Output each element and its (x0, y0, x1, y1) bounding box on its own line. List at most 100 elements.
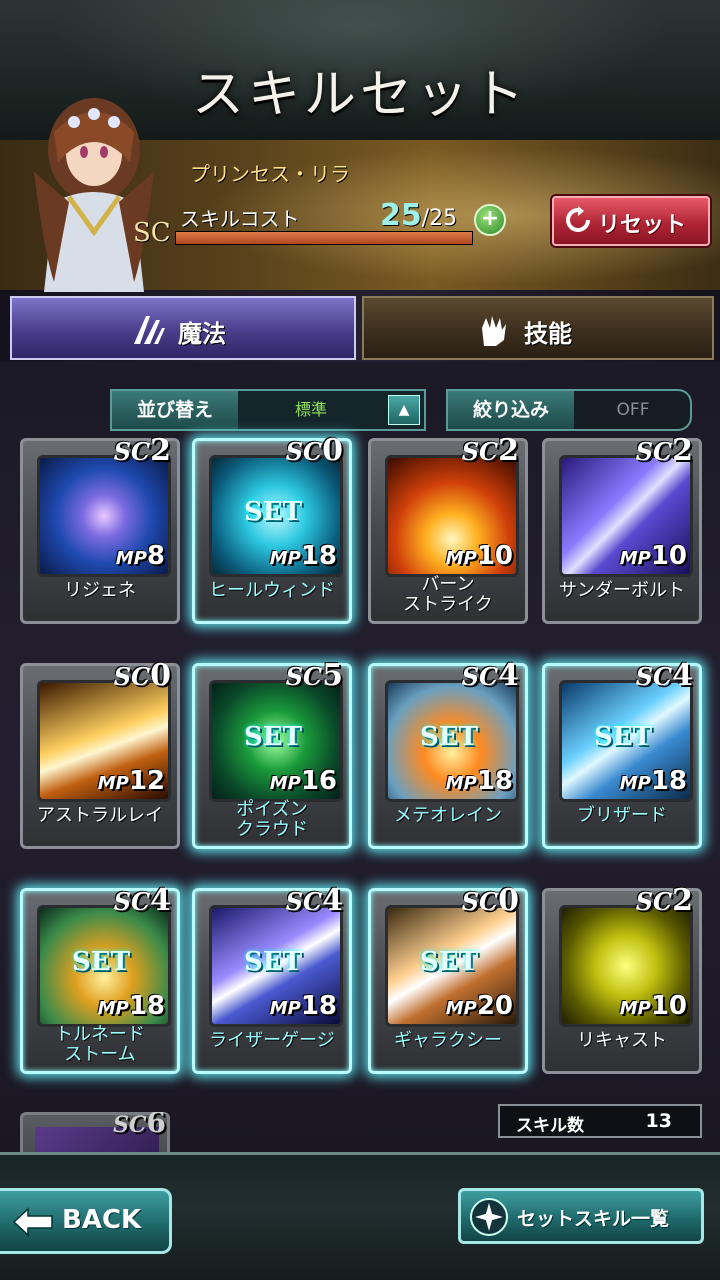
sc-value: 0 (150, 658, 171, 693)
mp-prefix: MP (445, 998, 477, 1019)
mp-cost: MP18 (446, 766, 513, 796)
filter-label: 絞り込み (448, 391, 574, 429)
set-indicator: SET (244, 722, 302, 752)
mp-value: 18 (476, 766, 513, 796)
skill-card[interactable]: SET SC4 MP18 メテオレイン (368, 658, 528, 849)
skill-card[interactable]: SC2 MP8 リジェネ (20, 433, 180, 624)
skill-cost-badge: SC0 (462, 883, 519, 918)
sc-prefix: SC (461, 437, 499, 466)
mp-prefix: MP (269, 998, 301, 1019)
back-arrow-icon (12, 1207, 53, 1237)
skill-card[interactable]: SC2 MP10 サンダーボルト (542, 433, 702, 624)
sc-value: 0 (322, 433, 343, 468)
sc-badge: SC (133, 218, 171, 248)
skill-cost-badge: SC4 (114, 883, 171, 918)
skill-card[interactable]: SET SC4 MP18 ライザーゲージ (192, 883, 352, 1074)
set-indicator: SET (72, 947, 130, 977)
skill-card[interactable]: SC0 MP12 アストラルレイ (20, 658, 180, 849)
mp-value: 8 (146, 541, 165, 571)
triangle-up-icon: ▲ (398, 402, 410, 418)
skill-name: ブリザード (577, 805, 667, 826)
mp-prefix: MP (269, 773, 301, 794)
sort-order-button[interactable]: ▲ (388, 395, 420, 425)
set-indicator: SET (420, 947, 478, 977)
skill-card-partial[interactable]: SC6 (20, 1112, 170, 1152)
skill-card[interactable]: SC2 MP10 バーン ストライク (368, 433, 528, 624)
sc-value: 4 (498, 658, 519, 693)
mp-cost: MP12 (98, 766, 165, 796)
back-button[interactable]: BACK (0, 1188, 172, 1254)
sc-value: 4 (672, 658, 693, 693)
tab-skill-label: 技能 (524, 320, 572, 348)
sort-control[interactable]: 並び替え 標準 ▲ (110, 389, 426, 431)
set-indicator: SET (244, 497, 302, 527)
skill-name: ポイズン クラウド (236, 799, 308, 840)
set-skill-list-button[interactable]: セットスキル一覧 (458, 1188, 704, 1244)
sc-prefix: SC (635, 662, 673, 691)
tab-skill[interactable]: 技能 (362, 296, 714, 360)
skill-count-value: 13 (645, 1110, 672, 1132)
skill-cost-badge: SC4 (286, 883, 343, 918)
skill-card[interactable]: SC2 MP10 リキャスト (542, 883, 702, 1074)
sc-value: 0 (498, 883, 519, 918)
skill-cost-badge: SC2 (462, 433, 519, 468)
skill-name: ギャラクシー (394, 1030, 502, 1051)
sc-value: 2 (498, 433, 519, 468)
skill-name: バーン ストライク (403, 574, 493, 615)
skill-name: メテオレイン (394, 805, 502, 826)
reset-icon (566, 206, 590, 232)
reset-button[interactable]: リセット (552, 196, 710, 246)
skill-cost-badge: SC2 (636, 433, 693, 468)
skill-card[interactable]: SET SC4 MP18 トルネード ストーム (20, 883, 180, 1074)
mp-value: 18 (128, 991, 165, 1021)
mp-cost: MP18 (270, 541, 337, 571)
mp-value: 20 (476, 991, 513, 1021)
tab-magic[interactable]: 魔法 (10, 296, 356, 360)
mp-cost: MP10 (446, 541, 513, 571)
sc-value: 4 (322, 883, 343, 918)
skill-cost-badge: SC6 (113, 1112, 166, 1139)
character-name: プリンセス・リラ (190, 162, 350, 186)
skill-name: ヒールウィンド (209, 580, 335, 601)
mp-cost: MP18 (620, 766, 687, 796)
sc-prefix: SC (635, 887, 673, 916)
mp-prefix: MP (619, 998, 651, 1019)
sc-prefix: SC (285, 437, 323, 466)
hand-icon (482, 316, 506, 346)
skill-cost-badge: SC4 (636, 658, 693, 693)
filter-control[interactable]: 絞り込み OFF (446, 389, 692, 431)
mp-cost: MP8 (116, 541, 165, 571)
skill-card[interactable]: SET SC4 MP18 ブリザード (542, 658, 702, 849)
skill-card[interactable]: SET SC0 MP18 ヒールウィンド (192, 433, 352, 624)
skill-cost-badge: SC2 (636, 883, 693, 918)
sc-prefix: SC (461, 887, 499, 916)
add-cost-button[interactable]: + (474, 204, 506, 236)
skill-card[interactable]: SET SC0 MP20 ギャラクシー (368, 883, 528, 1074)
mp-prefix: MP (619, 773, 651, 794)
skill-cost-bar (175, 231, 473, 245)
mp-cost: MP18 (270, 991, 337, 1021)
sort-label: 並び替え (112, 391, 238, 429)
sc-prefix: SC (285, 887, 323, 916)
mp-value: 18 (300, 541, 337, 571)
sc-prefix: SC (113, 887, 151, 916)
skill-cost-badge: SC2 (114, 433, 171, 468)
skill-cost-fill (176, 232, 472, 244)
character-portrait (34, 98, 154, 292)
mp-prefix: MP (97, 998, 129, 1019)
sc-value: 5 (322, 658, 343, 693)
skill-card[interactable]: SET SC5 MP16 ポイズン クラウド (192, 658, 352, 849)
plus-icon: + (480, 206, 500, 231)
skill-cost-badge: SC4 (462, 658, 519, 693)
sc-prefix: SC (285, 662, 323, 691)
mp-value: 18 (650, 766, 687, 796)
skill-name: アストラルレイ (37, 805, 163, 826)
mp-cost: MP10 (620, 541, 687, 571)
mp-cost: MP18 (98, 991, 165, 1021)
skill-name: トルネード ストーム (55, 1024, 145, 1065)
mp-cost: MP10 (620, 991, 687, 1021)
set-indicator: SET (244, 947, 302, 977)
skill-name: リキャスト (577, 1030, 667, 1051)
skill-count-label: スキル数 (516, 1116, 584, 1136)
back-label: BACK (62, 1205, 142, 1235)
